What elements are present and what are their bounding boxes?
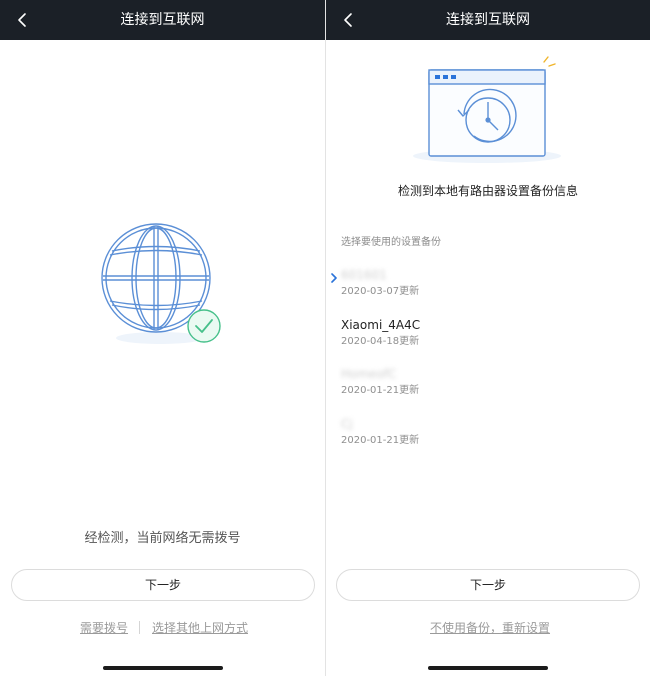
backup-item-2[interactable]: Xiaomi_4A4C 2020-04-18更新	[326, 317, 650, 361]
backup-detected-headline: 检测到本地有路由器设置备份信息	[397, 184, 578, 198]
next-step-button[interactable]: 下一步	[11, 569, 315, 601]
backup-name: Xiaomi_4A4C	[341, 318, 421, 332]
detection-status-text: 经检测，当前网络无需拨号	[84, 531, 241, 546]
backup-date: 2020-04-18更新	[341, 336, 420, 347]
next-step-button[interactable]: 下一步	[336, 569, 640, 601]
backup-item-1[interactable]: 601601 2020-03-07更新	[326, 267, 650, 311]
backup-name: 601601	[341, 268, 387, 282]
other-connection-link[interactable]: 选择其他上网方式	[152, 620, 248, 636]
connect-internet-screen-left: 连接到互联网 经检测，当前网络无需拨号 下一步 需要拨号 选择其他上网方式	[0, 0, 325, 676]
home-indicator[interactable]	[428, 666, 548, 670]
backup-item-3[interactable]: HomeofC 2020-01-21更新	[326, 366, 650, 410]
backup-section-label: 选择要使用的设置备份	[341, 237, 441, 248]
title-bar: 连接到互联网	[0, 0, 325, 40]
title-bar: 连接到互联网	[326, 0, 650, 40]
backup-item-4[interactable]: Cj 2020-01-21更新	[326, 416, 650, 460]
globe-check-icon	[98, 218, 228, 348]
need-dial-link[interactable]: 需要拨号	[80, 620, 128, 636]
home-indicator[interactable]	[103, 666, 223, 670]
connect-internet-screen-right: 连接到互联网 检测到本地有路由器设置备份信息 选择要使用的设置备份 601601…	[326, 0, 650, 676]
backup-name: HomeofC	[341, 367, 397, 381]
backup-date: 2020-01-21更新	[341, 385, 420, 396]
browser-history-icon	[412, 56, 564, 166]
page-title: 连接到互联网	[446, 12, 530, 28]
backup-date: 2020-03-07更新	[341, 286, 420, 297]
backup-name: Cj	[341, 417, 353, 431]
selected-chevron-icon	[331, 273, 337, 283]
backup-date: 2020-01-21更新	[341, 435, 420, 446]
page-title: 连接到互联网	[120, 12, 205, 28]
reset-without-backup-link[interactable]: 不使用备份，重新设置	[430, 620, 550, 636]
link-separator	[139, 621, 140, 634]
